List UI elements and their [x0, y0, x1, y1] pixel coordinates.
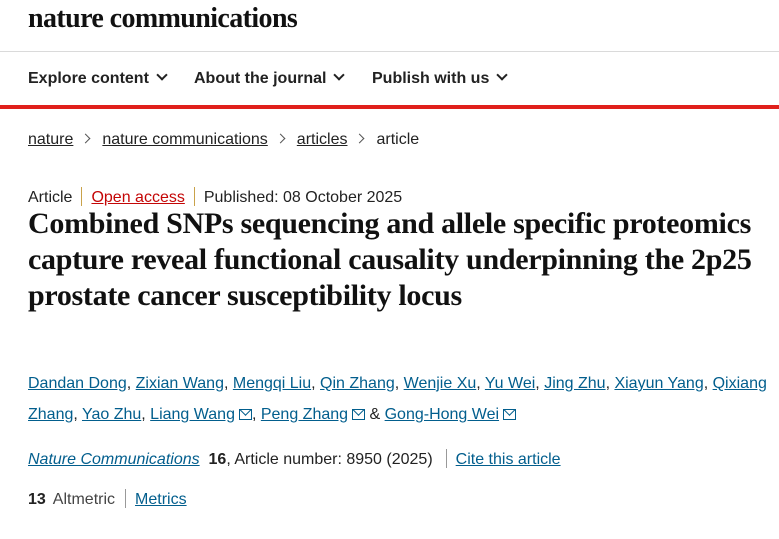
envelope-icon[interactable]	[238, 409, 252, 420]
chevron-down-icon	[333, 69, 346, 81]
breadcrumb-articles[interactable]: articles	[297, 131, 348, 148]
nav-publish-with-us[interactable]: Publish with us	[372, 69, 509, 88]
divider	[81, 187, 83, 206]
author-link[interactable]: Peng Zhang	[261, 406, 348, 423]
breadcrumb-current: article	[376, 131, 420, 148]
author-link[interactable]: Gong-Hong Wei	[385, 406, 499, 423]
journal-link[interactable]: Nature Communications	[28, 451, 200, 468]
nav-about-journal[interactable]: About the journal	[194, 69, 346, 88]
author-link[interactable]: Wenjie Xu	[404, 375, 477, 392]
article-meta: Article Open access Published: 08 October …	[28, 187, 402, 207]
envelope-icon[interactable]	[503, 409, 517, 420]
author-separator: ,	[141, 406, 151, 423]
author-link[interactable]: Jing Zhu	[544, 375, 605, 392]
author-link[interactable]: Qin Zhang	[320, 375, 395, 392]
author-separator: ,	[703, 375, 713, 392]
divider	[193, 187, 195, 206]
author-separator: ,	[535, 375, 545, 392]
nav-explore-content-label: Explore content	[28, 70, 149, 87]
breadcrumb-nature[interactable]: nature	[28, 131, 73, 148]
envelope-icon[interactable]	[352, 409, 366, 420]
citation-line: Nature Communications 16, Article number…	[28, 449, 561, 469]
chevron-down-icon	[156, 69, 168, 81]
author-separator: ,	[223, 375, 233, 392]
author-link[interactable]: Yao Zhu	[82, 406, 141, 423]
author-separator: ,	[394, 375, 404, 392]
author-link[interactable]: Zixian Wang	[136, 375, 224, 392]
author-link[interactable]: Liang Wang	[150, 406, 235, 423]
author-link[interactable]: Dandan Dong	[28, 375, 127, 392]
nav-publish-with-us-label: Publish with us	[372, 70, 490, 87]
journal-logo[interactable]: nature communications	[28, 3, 298, 35]
author-separator: ,	[476, 375, 485, 392]
nav-explore-content[interactable]: Explore content	[28, 69, 168, 88]
chevron-right-icon	[80, 133, 91, 144]
chevron-right-icon	[355, 133, 365, 144]
metrics-link[interactable]: Metrics	[135, 491, 187, 508]
article-number: , Article number: 8950 (2025)	[226, 451, 433, 468]
breadcrumb-nature-communications[interactable]: nature communications	[102, 131, 267, 148]
altmetric-score: 13	[28, 491, 46, 508]
author-link[interactable]: Mengqi Liu	[233, 375, 311, 392]
chevron-right-icon	[275, 133, 286, 144]
article-title: Combined SNPs sequencing and allele spec…	[28, 207, 752, 312]
author-separator: ,	[73, 406, 82, 423]
open-access-link[interactable]: Open access	[91, 189, 184, 206]
published-date: Published: 08 October 2025	[203, 189, 403, 206]
article-type: Article	[28, 189, 73, 206]
volume-number: 16	[208, 451, 227, 468]
cite-this-article-link[interactable]: Cite this article	[456, 451, 561, 468]
divider	[445, 449, 447, 468]
author-list: Dandan Dong, Zixian Wang, Mengqi Liu, Qi…	[28, 368, 773, 430]
divider	[125, 489, 127, 508]
main-nav: Explore content About the journal Publis…	[0, 52, 779, 109]
author-separator: ,	[311, 375, 321, 392]
author-separator: &	[365, 406, 385, 423]
author-link[interactable]: Xiayun Yang	[614, 375, 703, 392]
site-header: nature communications	[0, 0, 779, 52]
breadcrumb: nature nature communications articles artic…	[28, 131, 419, 149]
author-separator: ,	[126, 375, 136, 392]
chevron-down-icon	[496, 69, 509, 81]
altmetric-label: Altmetric	[52, 491, 116, 508]
author-link[interactable]: Yu Wei	[485, 375, 535, 392]
author-separator: ,	[251, 406, 261, 423]
nav-about-journal-label: About the journal	[194, 70, 327, 87]
metrics-row: 13 Altmetric Metrics	[28, 489, 187, 509]
